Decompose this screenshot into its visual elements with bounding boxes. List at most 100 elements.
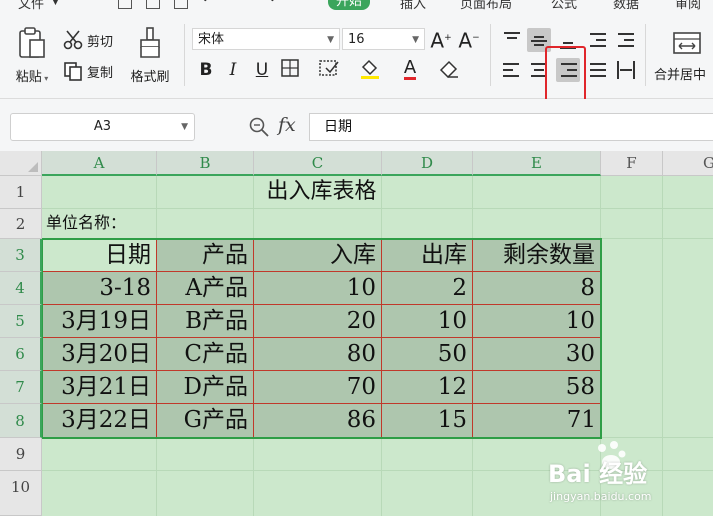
table-cell[interactable]: 10 xyxy=(382,305,473,338)
table-cell[interactable]: 10 xyxy=(473,305,601,338)
cell-style-button[interactable] xyxy=(318,58,340,82)
watermark-brand: Bai 经验 xyxy=(548,460,648,488)
sheet-title[interactable]: 出入库表格 xyxy=(42,176,601,208)
tab-page-layout[interactable]: 页面布局 xyxy=(460,0,512,10)
distributed-align-button[interactable] xyxy=(614,58,638,82)
table-cell[interactable]: 58 xyxy=(473,371,601,404)
column-header-c[interactable]: C xyxy=(254,151,382,176)
redo-icon[interactable]: ↷ xyxy=(264,0,276,8)
table-cell[interactable]: 3月20日 xyxy=(42,338,157,371)
merge-center-button[interactable]: 合并居中 xyxy=(652,30,713,83)
table-header-in[interactable]: 入库 xyxy=(254,239,382,272)
table-cell[interactable]: 12 xyxy=(382,371,473,404)
table-header-remaining[interactable]: 剩余数量 xyxy=(473,239,601,272)
table-cell[interactable]: 3-18 xyxy=(42,272,157,305)
row-header-6[interactable]: 6 xyxy=(0,338,42,371)
row-header-1[interactable]: 1 xyxy=(0,176,42,209)
name-box[interactable]: A3 ▼ xyxy=(10,113,195,141)
table-cell[interactable]: 50 xyxy=(382,338,473,371)
undo-icon[interactable]: ↶ xyxy=(202,0,214,8)
row-header-4[interactable]: 4 xyxy=(0,272,42,305)
table-cell[interactable]: 20 xyxy=(254,305,382,338)
table-header-out[interactable]: 出库 xyxy=(382,239,473,272)
select-all-button[interactable] xyxy=(0,151,42,176)
format-painter-button[interactable]: 格式刷 xyxy=(126,26,174,85)
row-header-2[interactable]: 2 xyxy=(0,209,42,239)
clear-format-button[interactable] xyxy=(438,58,460,82)
table-cell[interactable]: 10 xyxy=(254,272,382,305)
decrease-indent-button[interactable] xyxy=(586,28,610,52)
table-cell[interactable]: A产品 xyxy=(157,272,254,305)
table-cell[interactable]: 8 xyxy=(473,272,601,305)
align-right-highlight xyxy=(545,46,586,103)
print-preview-icon[interactable] xyxy=(174,0,188,9)
underline-button[interactable]: U xyxy=(251,58,273,82)
table-cell[interactable]: 30 xyxy=(473,338,601,371)
table-header-date[interactable]: 日期 xyxy=(42,239,157,272)
print-icon[interactable] xyxy=(146,0,160,9)
table-cell[interactable]: 3月19日 xyxy=(42,305,157,338)
table-cell[interactable]: 2 xyxy=(382,272,473,305)
table-cell[interactable]: B产品 xyxy=(157,305,254,338)
borders-button[interactable] xyxy=(279,58,301,82)
column-header-f[interactable]: F xyxy=(601,151,663,176)
row-header-3[interactable]: 3 xyxy=(0,239,42,272)
name-box-value: A3 xyxy=(93,119,112,134)
unit-name-label[interactable]: 单位名称： xyxy=(46,208,246,238)
cut-button[interactable]: 剪切 xyxy=(63,30,113,50)
column-header-d[interactable]: D xyxy=(382,151,473,176)
row-header-8[interactable]: 8 xyxy=(0,404,42,438)
ribbon: 文件 ▼ ↶ ↷ 开始 插入 页面布局 公式 数据 审阅 粘贴 ▾ 剪切 复制 … xyxy=(0,0,713,103)
tab-insert[interactable]: 插入 xyxy=(400,0,426,10)
table-cell[interactable]: 3月22日 xyxy=(42,404,157,437)
font-size-select[interactable]: 16 ▼ xyxy=(342,28,425,50)
table-cell[interactable]: 86 xyxy=(254,404,382,437)
justify-button[interactable] xyxy=(586,58,610,82)
column-header-a[interactable]: A xyxy=(42,151,157,176)
decrease-font-size-button[interactable]: A− xyxy=(458,26,480,53)
tab-review[interactable]: 审阅 xyxy=(675,0,701,10)
table-cell[interactable]: 3月21日 xyxy=(42,371,157,404)
align-top-button[interactable] xyxy=(500,28,524,52)
copy-button[interactable]: 复制 xyxy=(63,61,113,81)
table-cell[interactable]: 15 xyxy=(382,404,473,437)
font-name-select[interactable]: 宋体 ▼ xyxy=(192,28,340,50)
column-header-e[interactable]: E xyxy=(473,151,601,176)
zoom-icon[interactable] xyxy=(248,116,270,138)
tab-formulas[interactable]: 公式 xyxy=(551,0,577,10)
tab-data[interactable]: 数据 xyxy=(613,0,639,10)
row-header-7[interactable]: 7 xyxy=(0,371,42,404)
table-cell[interactable]: C产品 xyxy=(157,338,254,371)
font-color-button[interactable]: A xyxy=(399,56,421,80)
ribbon-separator xyxy=(645,24,646,86)
align-left-button[interactable] xyxy=(500,58,524,82)
table-cell[interactable]: 71 xyxy=(473,404,601,437)
increase-indent-button[interactable] xyxy=(614,28,638,52)
column-header-g[interactable]: G xyxy=(663,151,713,176)
chevron-down-icon: ▼ xyxy=(327,35,334,45)
fx-button[interactable]: fx xyxy=(278,114,296,136)
italic-button[interactable]: I xyxy=(222,58,244,82)
bold-button[interactable]: B xyxy=(195,58,217,82)
row-header-10[interactable]: 10 xyxy=(0,471,42,516)
fill-color-button[interactable] xyxy=(359,58,381,82)
increase-font-size-button[interactable]: A+ xyxy=(430,26,452,53)
row-header-5[interactable]: 5 xyxy=(0,305,42,338)
table-cell[interactable]: D产品 xyxy=(157,371,254,404)
row-header-9[interactable]: 9 xyxy=(0,438,42,471)
formula-input[interactable]: 日期 xyxy=(309,113,713,141)
save-icon[interactable] xyxy=(118,0,132,9)
tab-file[interactable]: 文件 xyxy=(18,0,44,10)
table-cell[interactable]: G产品 xyxy=(157,404,254,437)
paste-icon xyxy=(19,27,45,58)
tab-file-dropdown-icon[interactable]: ▼ xyxy=(52,0,59,7)
table-header-product[interactable]: 产品 xyxy=(157,239,254,272)
font-size-value: 16 xyxy=(348,32,365,47)
column-header-b[interactable]: B xyxy=(157,151,254,176)
ribbon-separator xyxy=(184,24,185,86)
copy-icon xyxy=(64,62,82,81)
tab-home[interactable]: 开始 xyxy=(328,0,371,10)
table-cell[interactable]: 80 xyxy=(254,338,382,371)
paste-button[interactable]: 粘贴 ▾ xyxy=(10,26,54,85)
table-cell[interactable]: 70 xyxy=(254,371,382,404)
